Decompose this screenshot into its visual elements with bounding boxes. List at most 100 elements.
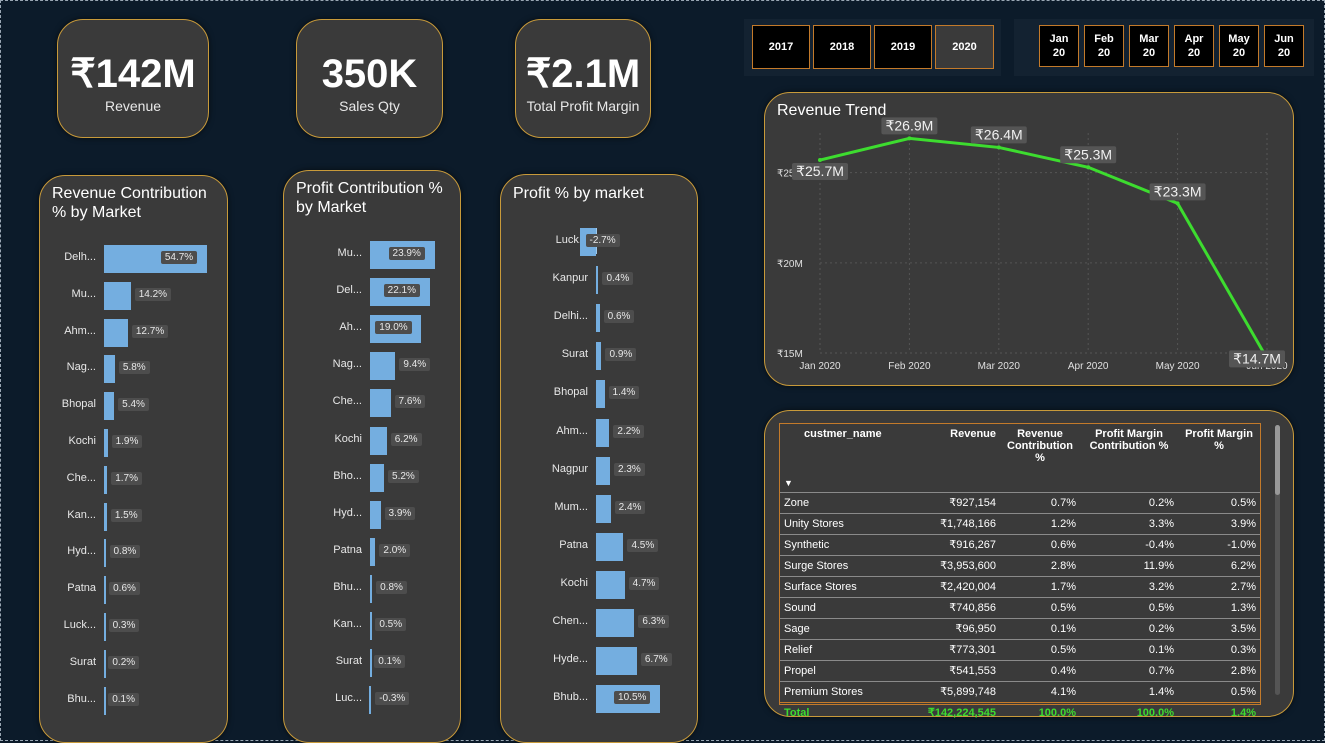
table-cell: 100.0% xyxy=(1000,701,1080,723)
bar-row[interactable]: Surat 0.9% xyxy=(501,342,697,371)
column-header-customer-name[interactable]: custmer_name ▼ xyxy=(780,424,908,492)
bar-row[interactable]: Delhi... 0.6% xyxy=(501,304,697,333)
bar-row[interactable]: Kan... 0.5% xyxy=(284,612,460,640)
series-line-revenue[interactable] xyxy=(819,136,1269,360)
table-scrollbar[interactable] xyxy=(1275,425,1280,695)
table-row[interactable]: Unity Stores ₹1,748,166 1.2% 3.3% 3.9% xyxy=(780,512,1260,534)
data-point[interactable] xyxy=(818,158,822,163)
year-button-2017[interactable]: 2017 xyxy=(752,25,810,69)
bar-category-label: Delhi... xyxy=(553,310,588,323)
table-row[interactable]: Surge Stores ₹3,953,600 2.8% 11.9% 6.2% xyxy=(780,554,1260,576)
data-point[interactable] xyxy=(907,136,912,141)
bar-row[interactable]: Nag... 9.4% xyxy=(284,352,460,381)
bar-row[interactable]: Bhub... 10.5% xyxy=(501,685,697,714)
bar-row[interactable]: Hyd... 0.8% xyxy=(40,539,227,568)
bar-row[interactable]: Chen... 6.3% xyxy=(501,609,697,637)
bar-row[interactable]: Mu... 23.9% xyxy=(284,241,460,269)
table-cell: 1.3% xyxy=(1178,596,1260,618)
table-cell: 0.1% xyxy=(1080,638,1178,660)
table-row[interactable]: Premium Stores ₹5,899,748 4.1% 1.4% 0.5% xyxy=(780,680,1260,702)
data-point[interactable] xyxy=(996,145,1001,150)
bar-row[interactable]: Bhopal 5.4% xyxy=(40,392,227,421)
bar-row[interactable]: Bhu... 0.1% xyxy=(40,686,227,715)
table-total-row[interactable]: Total ₹142,224,545 100.0% 100.0% 1.4% xyxy=(780,701,1260,723)
bar-row[interactable]: Patna 2.0% xyxy=(284,537,460,566)
x-tick-label: Apr 2020 xyxy=(1068,361,1109,372)
kpi-revenue-label: Revenue xyxy=(104,98,162,114)
table-cell: 0.2% xyxy=(1080,491,1178,513)
bar-row[interactable]: Che... 7.6% xyxy=(284,389,460,418)
bar-row[interactable]: Nag... 5.8% xyxy=(40,355,227,384)
year-button-2018[interactable]: 2018 xyxy=(813,25,871,69)
bar-data-label: 54.7% xyxy=(160,251,198,264)
table-row[interactable]: Surface Stores ₹2,420,004 1.7% 3.2% 2.7% xyxy=(780,575,1260,597)
bar-row[interactable]: Mu... 14.2% xyxy=(40,281,227,310)
bar-row[interactable]: Kochi 6.2% xyxy=(284,426,460,455)
month-button-jan[interactable]: Jan 20 xyxy=(1039,25,1079,67)
bar-data-label: 2.3% xyxy=(614,462,645,476)
table-cell: ₹541,553 xyxy=(908,659,1000,681)
sort-desc-icon[interactable]: ▼ xyxy=(784,478,793,488)
column-header-revenue[interactable]: Revenue xyxy=(908,424,1000,492)
bar-row[interactable]: Bhu... 0.8% xyxy=(284,574,460,603)
table-cell: 0.7% xyxy=(1000,491,1080,513)
bar-row[interactable]: Hyd... 3.9% xyxy=(284,500,460,529)
bar-row[interactable]: Ahm... 2.2% xyxy=(501,418,697,447)
data-point[interactable] xyxy=(1175,201,1180,206)
bar xyxy=(596,380,605,409)
profit-contribution-title: Profit Contribution % by Market xyxy=(296,180,443,216)
x-tick-label: Jan 2020 xyxy=(799,361,841,372)
bar-row[interactable]: Delh... 54.7% xyxy=(40,245,227,273)
bar-row[interactable]: Bhopal 1.4% xyxy=(501,380,697,409)
bar-row[interactable]: Che... 1.7% xyxy=(40,465,227,494)
bar-row[interactable]: Luck... -2.7% xyxy=(501,228,697,256)
bar-data-label: 23.9% xyxy=(388,247,425,260)
table-cell: ₹3,953,600 xyxy=(908,554,1000,576)
bar-row[interactable]: Ah... 19.0% xyxy=(284,315,460,344)
bar-row[interactable]: Patna 0.6% xyxy=(40,576,227,605)
bar-row[interactable]: Kochi 4.7% xyxy=(501,570,697,599)
month-button-feb[interactable]: Feb 20 xyxy=(1084,25,1124,67)
bar-row[interactable]: Luck... 0.3% xyxy=(40,613,227,641)
bar-category-label: Bhub... xyxy=(553,691,588,704)
table-cell: 0.6% xyxy=(1000,533,1080,555)
bar-row[interactable]: Surat 0.1% xyxy=(284,649,460,678)
bar-row[interactable]: Kochi 1.9% xyxy=(40,429,227,457)
table-row[interactable]: Relief ₹773,301 0.5% 0.1% 0.3% xyxy=(780,638,1260,660)
bar-row[interactable]: Del... 22.1% xyxy=(284,278,460,307)
bar-row[interactable]: Patna 4.5% xyxy=(501,532,697,561)
bar-category-label: Nagpur xyxy=(551,462,588,475)
month-button-apr[interactable]: Apr 20 xyxy=(1174,25,1214,67)
bar-category-label: Che... xyxy=(66,471,96,484)
table-row[interactable]: Sage ₹96,950 0.1% 0.2% 3.5% xyxy=(780,617,1260,639)
bar-row[interactable]: Ahm... 12.7% xyxy=(40,318,227,347)
column-header-profit-margin[interactable]: Profit Margin % xyxy=(1178,424,1260,492)
bar-row[interactable]: Mum... 2.4% xyxy=(501,494,697,523)
month-button-may[interactable]: May 20 xyxy=(1219,25,1259,67)
bar-row[interactable]: Nagpur 2.3% xyxy=(501,456,697,485)
column-header-profit-margin-contribution[interactable]: Profit Margin Contribution % xyxy=(1080,424,1178,492)
year-button-2019[interactable]: 2019 xyxy=(874,25,932,69)
bar-row[interactable]: Surat 0.2% xyxy=(40,649,227,678)
data-point[interactable] xyxy=(1086,165,1091,170)
year-button-2020[interactable]: 2020 xyxy=(935,25,994,69)
table-row[interactable]: Zone ₹927,154 0.7% 0.2% 0.5% xyxy=(780,491,1260,513)
table-row[interactable]: Synthetic ₹916,267 0.6% -0.4% -1.0% xyxy=(780,533,1260,555)
bar-row[interactable]: Bho... 5.2% xyxy=(284,463,460,492)
bar-data-label: 0.2% xyxy=(108,655,140,669)
table-row[interactable]: Sound ₹740,856 0.5% 0.5% 1.3% xyxy=(780,596,1260,618)
table-row[interactable]: Propel ₹541,553 0.4% 0.7% 2.8% xyxy=(780,659,1260,681)
customer-table-panel: custmer_name ▼ Revenue Revenue Contribut… xyxy=(764,410,1294,723)
table-scrollbar-thumb[interactable] xyxy=(1275,425,1280,495)
bar-data-label: 1.5% xyxy=(110,508,142,522)
bar-row[interactable]: Kanpur 0.4% xyxy=(501,266,697,295)
kpi-sales-qty-label: Sales Qty xyxy=(339,98,400,114)
bar-row[interactable]: Kan... 1.5% xyxy=(40,502,227,531)
bar-row[interactable]: Luc... -0.3% xyxy=(284,686,460,715)
table-cell: Total xyxy=(780,701,908,723)
month-button-jun[interactable]: Jun 20 xyxy=(1264,25,1304,67)
month-button-mar[interactable]: Mar 20 xyxy=(1129,25,1169,67)
bar-row[interactable]: Hyde... 6.7% xyxy=(501,647,697,676)
table-cell: 1.7% xyxy=(1000,575,1080,597)
column-header-revenue-contribution[interactable]: Revenue Contribution % xyxy=(1000,424,1080,492)
